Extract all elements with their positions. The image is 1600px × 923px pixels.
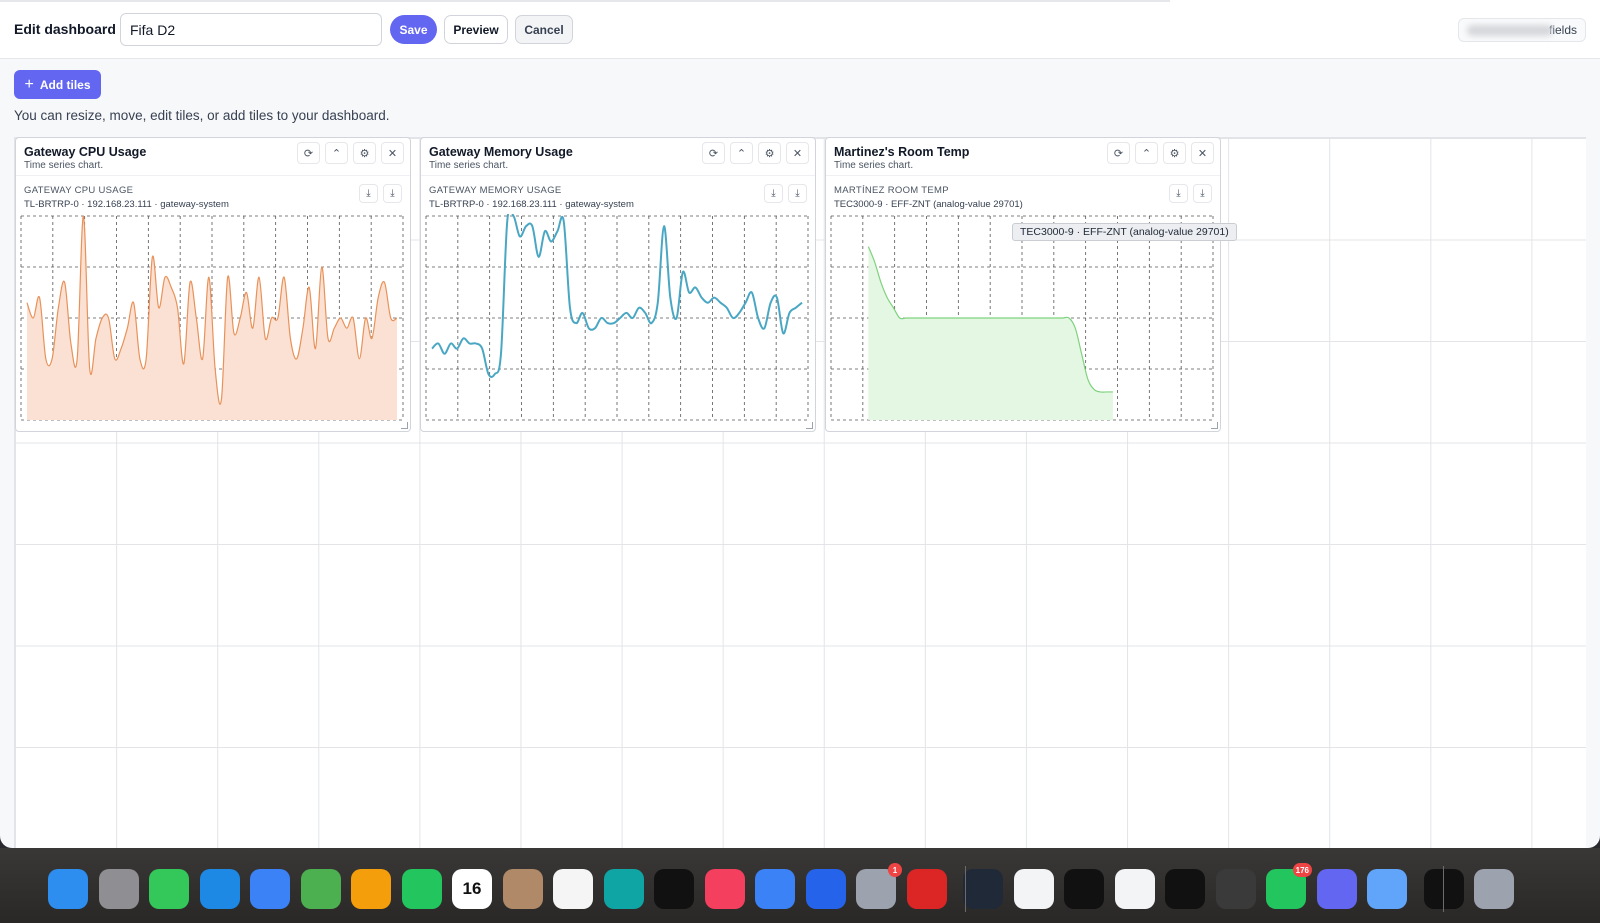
acrobat-icon[interactable]: [906, 869, 947, 909]
finder-icon[interactable]: [48, 869, 88, 909]
preview-button[interactable]: Preview: [444, 15, 508, 44]
music-icon[interactable]: [704, 869, 745, 909]
chart-meta: TEC3000-9 · EFF-ZNT (analog-value 29701): [834, 199, 1023, 210]
chrome-icon[interactable]: [1114, 869, 1155, 909]
loading-bar: [0, 0, 1170, 2]
gear-icon[interactable]: ⚙: [758, 142, 781, 164]
arc-icon[interactable]: [963, 869, 1003, 909]
trash-icon[interactable]: [1474, 869, 1514, 909]
app-icon[interactable]: [1165, 869, 1205, 909]
chart-svg: [425, 214, 809, 421]
chart-title: GATEWAY MEMORY USAGE: [429, 185, 562, 196]
tile-room-temp[interactable]: Martinez's Room Temp Time series chart. …: [825, 137, 1221, 432]
tv-icon[interactable]: [654, 869, 694, 909]
notification-badge: 176: [1292, 863, 1312, 877]
notification-badge: 1: [888, 863, 902, 877]
download-icon[interactable]: ⤓: [359, 184, 378, 203]
tile-title: Martinez's Room Temp: [834, 145, 970, 159]
close-icon[interactable]: ✕: [786, 142, 809, 164]
refresh-icon[interactable]: ⟳: [1107, 142, 1130, 164]
tile-title: Gateway Memory Usage: [429, 145, 573, 159]
system-settings-icon[interactable]: 1: [856, 863, 902, 909]
cancel-button[interactable]: Cancel: [515, 15, 573, 44]
sublime-icon[interactable]: [1215, 869, 1256, 909]
chevron-up-icon[interactable]: ⌃: [730, 142, 753, 164]
messages-icon[interactable]: [149, 869, 189, 909]
chevron-up-icon[interactable]: ⌃: [1135, 142, 1158, 164]
maps-icon[interactable]: [300, 869, 341, 909]
photos-icon[interactable]: [351, 869, 391, 909]
save-button[interactable]: Save: [390, 15, 437, 44]
refresh-icon[interactable]: ⟳: [702, 142, 725, 164]
tile-subtitle: Time series chart.: [834, 160, 914, 171]
terminal-icon[interactable]: [1064, 869, 1104, 909]
contacts-icon[interactable]: [502, 869, 543, 909]
freeform-icon[interactable]: [603, 869, 644, 909]
top-bar: Edit dashboard Save Preview Cancel field…: [0, 0, 1600, 59]
launchpad-icon[interactable]: [98, 869, 139, 909]
calendar-icon[interactable]: 16: [452, 869, 492, 909]
download-icon[interactable]: ⤓: [788, 184, 807, 203]
fields-button[interactable]: fields: [1458, 18, 1586, 42]
dock: [0, 848, 1600, 923]
keynote-icon[interactable]: [755, 869, 795, 909]
dashboard-name-input[interactable]: [120, 13, 382, 46]
download-icon[interactable]: ⤓: [764, 184, 783, 203]
gear-icon[interactable]: ⚙: [1163, 142, 1186, 164]
download-icon[interactable]: ⤓: [1169, 184, 1188, 203]
refresh-icon[interactable]: ⟳: [297, 142, 320, 164]
chart-svg: [20, 215, 404, 421]
chevron-up-icon[interactable]: ⌃: [325, 142, 348, 164]
gear-icon[interactable]: ⚙: [353, 142, 376, 164]
tile-subtitle: Time series chart.: [24, 160, 104, 171]
blurred-label: [1467, 25, 1553, 36]
dock-separator: [965, 866, 966, 912]
whatsapp-icon[interactable]: 176: [1266, 863, 1312, 909]
tile-subtitle: Time series chart.: [429, 160, 509, 171]
add-tiles-button[interactable]: + Add tiles: [14, 70, 101, 99]
resize-handle[interactable]: [1211, 422, 1218, 429]
page-title: Edit dashboard: [14, 21, 116, 37]
tile-gateway-memory[interactable]: Gateway Memory Usage Time series chart. …: [420, 137, 816, 432]
fields-label: fields: [1548, 23, 1577, 37]
chart-svg: [830, 215, 1214, 421]
finder-window-icon[interactable]: [1367, 869, 1407, 909]
chart-tooltip: TEC3000-9 · EFF-ZNT (analog-value 29701): [1012, 223, 1237, 241]
tile-gateway-cpu[interactable]: Gateway CPU Usage Time series chart. ⟳ ⌃…: [15, 137, 411, 432]
plus-icon: +: [24, 75, 34, 93]
mail-icon[interactable]: [250, 869, 290, 909]
xcode-instruments-icon[interactable]: [1013, 869, 1054, 909]
tile-title: Gateway CPU Usage: [24, 145, 147, 159]
facetime-icon[interactable]: [401, 869, 442, 909]
teams-icon[interactable]: [1316, 869, 1357, 909]
safari-icon[interactable]: [199, 869, 240, 909]
add-tiles-label: Add tiles: [39, 77, 91, 92]
reminders-icon[interactable]: [553, 869, 593, 909]
chart-meta: TL-BRTRP-0 · 192.168.23.111 · gateway-sy…: [429, 199, 634, 210]
download-icon[interactable]: ⤓: [383, 184, 402, 203]
dock-separator: [1443, 866, 1444, 912]
close-icon[interactable]: ✕: [381, 142, 404, 164]
download-icon[interactable]: ⤓: [1193, 184, 1212, 203]
app-store-icon[interactable]: [805, 869, 846, 909]
close-icon[interactable]: ✕: [1191, 142, 1214, 164]
resize-handle[interactable]: [401, 422, 408, 429]
chart-title: GATEWAY CPU USAGE: [24, 185, 134, 196]
chart-meta: TL-BRTRP-0 · 192.168.23.111 · gateway-sy…: [24, 199, 229, 210]
chart-title: MARTÍNEZ ROOM TEMP: [834, 185, 949, 196]
resize-handle[interactable]: [806, 422, 813, 429]
edit-hint: You can resize, move, edit tiles, or add…: [14, 108, 390, 123]
